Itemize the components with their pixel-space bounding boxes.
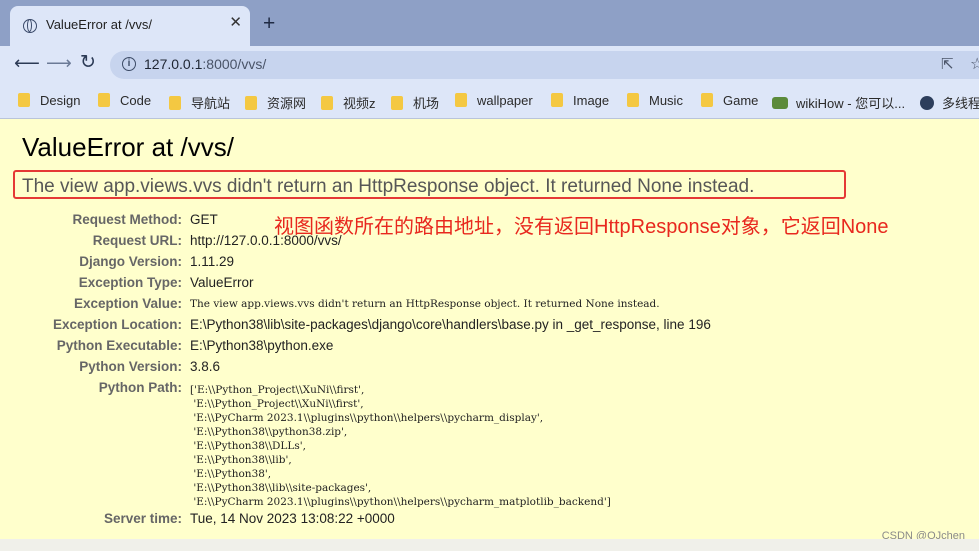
bookmark-game[interactable]: Game xyxy=(701,93,758,109)
bookmark-code[interactable]: Code xyxy=(98,93,151,109)
meta-key: Request Method: xyxy=(72,212,183,227)
meta-key: Exception Type: xyxy=(78,275,182,290)
bookmark-airport[interactable]: 机场 xyxy=(391,93,439,111)
bookmark-resources[interactable]: 资源网 xyxy=(245,93,306,111)
bookmark-star-icon[interactable]: ☆ xyxy=(970,54,979,74)
dog-icon xyxy=(920,96,934,110)
folder-icon xyxy=(245,96,257,110)
back-icon[interactable]: ⟵ xyxy=(14,54,40,72)
bookmark-wikihow[interactable]: wikiHow - 您可以... xyxy=(772,93,905,111)
tab-title: ValueError at /vvs/ xyxy=(46,17,152,32)
annotation-text: 视图函数所在的路由地址，没有返回HttpResponse对象，它返回None xyxy=(274,216,889,238)
bookmark-wallpaper[interactable]: wallpaper xyxy=(455,93,533,109)
meta-key: Python Path: xyxy=(98,380,182,395)
reload-icon[interactable]: ↻ xyxy=(80,53,96,72)
bookmark-multithread[interactable]: 多线程 xyxy=(920,93,979,111)
bookmark-nav[interactable]: 导航站 xyxy=(169,93,230,111)
share-icon[interactable]: ⇱ xyxy=(941,55,954,73)
tab-active[interactable]: ValueError at /vvs/ ✕ xyxy=(10,6,250,46)
meta-value: 1.11.29 xyxy=(190,254,235,269)
meta-key: Server time: xyxy=(103,511,182,526)
globe-icon xyxy=(23,19,37,33)
meta-value: E:\Python38\lib\site-packages\django\cor… xyxy=(190,317,711,332)
info-icon[interactable]: i xyxy=(122,57,136,71)
meta-value: http://127.0.0.1:8000/vvs/ xyxy=(190,233,342,248)
error-page: ValueError at /vvs/ The view app.views.v… xyxy=(0,119,979,539)
meta-key: Request URL: xyxy=(92,233,182,248)
meta-key: Exception Location: xyxy=(52,317,182,332)
meta-value: E:\Python38\python.exe xyxy=(190,338,334,353)
meta-key: Python Version: xyxy=(79,359,182,374)
python-path-list: ['E:\\Python_Project\\XuNi\\first', 'E:\… xyxy=(190,384,611,508)
url-text[interactable]: 127.0.0.1:8000/vvs/ xyxy=(144,56,266,72)
bottom-strip xyxy=(0,539,979,551)
meta-key: Exception Value: xyxy=(73,296,182,311)
folder-icon xyxy=(18,93,30,107)
bookmark-image[interactable]: Image xyxy=(551,93,609,109)
bookmark-video[interactable]: 视频z xyxy=(321,93,376,111)
annotation-box xyxy=(13,170,846,199)
meta-value: 3.8.6 xyxy=(190,359,221,374)
folder-icon xyxy=(627,93,639,107)
browser-toolbar: ⟵ ⟶ ↻ i 127.0.0.1:8000/vvs/ ⇱ ☆ xyxy=(0,46,979,84)
folder-icon xyxy=(98,93,110,107)
error-title: ValueError at /vvs/ xyxy=(22,132,234,162)
bookmark-design[interactable]: Design xyxy=(18,93,80,109)
folder-icon xyxy=(321,96,333,110)
address-bar[interactable]: i 127.0.0.1:8000/vvs/ ⇱ ☆ xyxy=(110,51,979,79)
meta-key: Python Executable: xyxy=(56,338,182,353)
bookmarks-bar: Design Code 导航站 资源网 视频z 机场 wallpaper Ima… xyxy=(0,84,979,119)
folder-icon xyxy=(391,96,403,110)
wikihow-icon xyxy=(772,97,788,109)
meta-value: The view app.views.vvs didn't return an … xyxy=(190,298,660,310)
folder-icon xyxy=(701,93,713,107)
folder-icon xyxy=(455,93,467,107)
forward-icon[interactable]: ⟶ xyxy=(46,54,72,72)
meta-value: ValueError xyxy=(190,275,254,290)
folder-icon xyxy=(169,96,181,110)
meta-value: Tue, 14 Nov 2023 13:08:22 +0000 xyxy=(190,511,395,526)
meta-key: Django Version: xyxy=(79,254,182,269)
bookmark-music[interactable]: Music xyxy=(627,93,683,109)
close-icon[interactable]: ✕ xyxy=(229,15,242,30)
folder-icon xyxy=(551,93,563,107)
tab-bar: ValueError at /vvs/ ✕ + xyxy=(0,0,979,46)
meta-value: GET xyxy=(190,212,218,227)
new-tab-button[interactable]: + xyxy=(263,13,275,34)
